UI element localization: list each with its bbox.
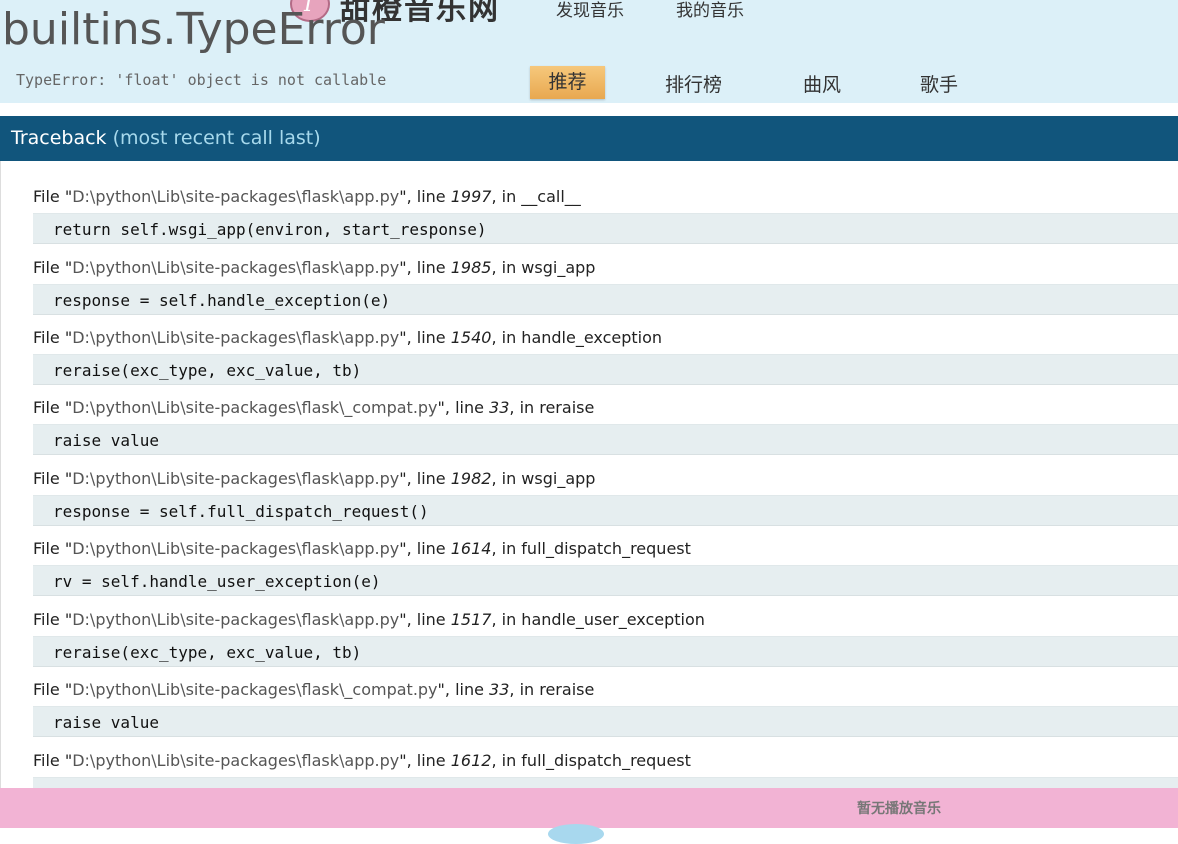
frame-line-number: 1985 [450,258,492,277]
frame-filename: D:\python\Lib\site-packages\flask\app.py [72,328,400,347]
frame-code[interactable]: response = self.handle_exception(e) [33,284,1178,315]
frame-function: reraise [539,398,595,417]
nav-tab-recommend[interactable]: 推荐 [530,66,605,99]
frame-location: File "D:\python\Lib\site-packages\flask\… [33,749,1178,773]
frame-prefix: File " [33,328,73,347]
frame-in: , in [491,610,522,629]
frame-function: wsgi_app [521,469,596,488]
frame-mid: ", line [437,680,490,699]
top-link-my-music[interactable]: 我的音乐 [676,0,744,21]
frame-filename: D:\python\Lib\site-packages\flask\app.py [72,751,400,770]
frame-line-number: 1612 [450,751,492,770]
frame-location: File "D:\python\Lib\site-packages\flask\… [33,537,1178,561]
frame-prefix: File " [33,258,73,277]
frame-in: , in [491,751,522,770]
frame-mid: ", line [437,398,490,417]
error-message: TypeError: 'float' object is not callabl… [16,71,387,89]
traceback-frame: File "D:\python\Lib\site-packages\flask\… [33,396,1178,455]
traceback-frame: File "D:\python\Lib\site-packages\flask\… [33,256,1178,315]
traceback-subtitle: (most recent call last) [112,127,321,149]
frame-function: handle_exception [521,328,663,347]
frame-location: File "D:\python\Lib\site-packages\flask\… [33,396,1178,420]
top-link-discover[interactable]: 发现音乐 [556,0,624,21]
frame-code[interactable]: raise value [33,424,1178,455]
nav-tab-singers[interactable]: 歌手 [920,70,958,97]
frame-mid: ", line [399,328,451,347]
frame-location: File "D:\python\Lib\site-packages\flask\… [33,467,1178,491]
frame-in: , in [491,539,522,558]
frame-code[interactable]: response = self.full_dispatch_request() [33,495,1178,526]
player-bar: 暂无播放音乐 [0,788,1178,844]
frame-function: wsgi_app [521,258,596,277]
frame-location: File "D:\python\Lib\site-packages\flask\… [33,185,1178,209]
frame-line-number: 1540 [450,328,492,347]
frame-in: , in [509,398,540,417]
frame-mid: ", line [399,751,451,770]
frame-function: handle_user_exception [521,610,705,629]
frame-location: File "D:\python\Lib\site-packages\flask\… [33,608,1178,632]
frame-line-number: 1517 [450,610,492,629]
frame-mid: ", line [399,539,451,558]
traceback-frame: File "D:\python\Lib\site-packages\flask\… [33,185,1178,244]
frame-in: , in [509,680,540,699]
frame-prefix: File " [33,398,73,417]
frame-code[interactable]: rv = self.handle_user_exception(e) [33,565,1178,596]
frame-mid: ", line [399,258,451,277]
frame-in: , in [491,258,522,277]
frame-location: File "D:\python\Lib\site-packages\flask\… [33,678,1178,702]
nav-tab-genres[interactable]: 曲风 [803,70,841,97]
frame-in: , in [491,469,522,488]
traceback-frame: File "D:\python\Lib\site-packages\flask\… [33,467,1178,526]
frame-prefix: File " [33,539,73,558]
frame-code[interactable]: reraise(exc_type, exc_value, tb) [33,354,1178,385]
player-status: 暂无播放音乐 [857,801,941,817]
frame-prefix: File " [33,751,73,770]
frame-prefix: File " [33,187,73,206]
frame-prefix: File " [33,469,73,488]
traceback-body: File "D:\python\Lib\site-packages\flask\… [0,161,1178,788]
frame-line-number: 1982 [450,469,492,488]
frame-mid: ", line [399,469,451,488]
traceback-frame: File "D:\python\Lib\site-packages\flask\… [33,678,1178,737]
frame-filename: D:\python\Lib\site-packages\flask\app.py [72,469,400,488]
error-title: builtins.TypeError [2,4,385,55]
player-toggle-handle[interactable] [548,824,604,844]
frame-function: full_dispatch_request [521,539,691,558]
frame-filename: D:\python\Lib\site-packages\flask\_compa… [72,680,438,699]
frame-code[interactable]: raise value [33,706,1178,737]
frame-line-number: 33 [489,398,510,417]
traceback-frame: File "D:\python\Lib\site-packages\flask\… [33,326,1178,385]
frame-in: , in [491,328,522,347]
frame-prefix: File " [33,680,73,699]
frame-function: reraise [539,680,595,699]
frame-filename: D:\python\Lib\site-packages\flask\app.py [72,187,400,206]
frame-filename: D:\python\Lib\site-packages\flask\_compa… [72,398,438,417]
traceback-frame: File "D:\python\Lib\site-packages\flask\… [33,749,1178,788]
traceback-frame: File "D:\python\Lib\site-packages\flask\… [33,537,1178,596]
frame-in: , in [491,187,522,206]
frame-line-number: 1614 [450,539,492,558]
frame-line-number: 33 [489,680,510,699]
frame-prefix: File " [33,610,73,629]
frame-filename: D:\python\Lib\site-packages\flask\app.py [72,610,400,629]
traceback-header: Traceback (most recent call last) [0,116,1178,161]
frame-mid: ", line [399,610,451,629]
frame-line-number: 1997 [450,187,492,206]
traceback-frame: File "D:\python\Lib\site-packages\flask\… [33,608,1178,667]
traceback-title: Traceback [11,127,107,149]
frame-location: File "D:\python\Lib\site-packages\flask\… [33,326,1178,350]
frame-function: __call__ [521,187,581,206]
frame-location: File "D:\python\Lib\site-packages\flask\… [33,256,1178,280]
frame-filename: D:\python\Lib\site-packages\flask\app.py [72,539,400,558]
frame-filename: D:\python\Lib\site-packages\flask\app.py [72,258,400,277]
frame-code[interactable]: reraise(exc_type, exc_value, tb) [33,636,1178,667]
frame-code[interactable] [33,777,1178,788]
frame-mid: ", line [399,187,451,206]
frame-function: full_dispatch_request [521,751,691,770]
nav-tab-charts[interactable]: 排行榜 [665,70,722,97]
frame-code[interactable]: return self.wsgi_app(environ, start_resp… [33,213,1178,244]
